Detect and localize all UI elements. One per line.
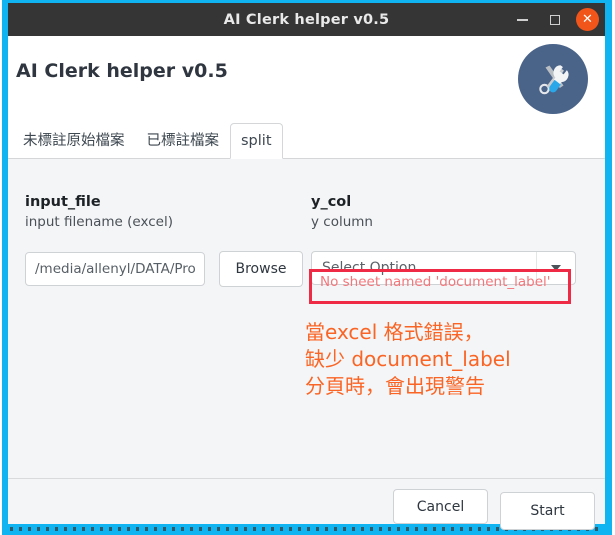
page-title: AI Clerk helper v0.5 <box>16 60 228 82</box>
maximize-button[interactable] <box>543 8 567 32</box>
cancel-button[interactable]: Cancel <box>393 489 488 524</box>
input-file-field[interactable]: /media/allenyl/DATA/Pro <box>25 252 205 286</box>
title-bar: AI Clerk helper v0.5 ✕ <box>8 3 605 36</box>
field-group-y-col: y_col y column Select Option <box>311 194 576 285</box>
dialog-footer: Cancel Start <box>8 478 605 530</box>
close-icon: ✕ <box>582 12 593 27</box>
window-controls: ✕ <box>510 3 599 36</box>
y-col-label: y_col <box>311 194 352 210</box>
tab-bar: 未標註原始檔案 已標註檔案 split <box>8 118 605 159</box>
y-col-help: y column <box>311 214 373 230</box>
input-file-label: input_file <box>25 194 101 210</box>
browse-button[interactable]: Browse <box>219 251 303 287</box>
minimize-icon <box>516 18 528 21</box>
minimize-button[interactable] <box>510 8 534 32</box>
tab-content-split: input_file input filename (excel) /media… <box>8 158 605 478</box>
tools-icon <box>539 65 569 95</box>
input-file-help: input filename (excel) <box>25 214 173 230</box>
application-window: AI Clerk helper v0.5 ✕ AI Clerk helper v… <box>0 0 615 535</box>
field-group-input-file: input_file input filename (excel) /media… <box>25 194 303 287</box>
annotation-line-2: 缺少 document_label <box>305 347 511 371</box>
annotation-line-3: 分頁時，會出現警告 <box>305 374 485 398</box>
chevron-down-icon[interactable] <box>537 265 575 271</box>
tab-labeled-files[interactable]: 已標註檔案 <box>136 123 231 159</box>
close-button[interactable]: ✕ <box>576 8 599 31</box>
app-header: AI Clerk helper v0.5 <box>8 36 605 118</box>
window-selection-border-right <box>605 0 612 535</box>
start-button[interactable]: Start <box>500 492 595 530</box>
tab-split[interactable]: split <box>230 123 283 159</box>
y-col-error-message: No sheet named 'document_label' <box>320 274 551 290</box>
app-logo <box>518 44 588 114</box>
tab-unlabeled-source-files[interactable]: 未標註原始檔案 <box>12 123 136 159</box>
maximize-icon <box>550 14 560 25</box>
annotation-line-1: 當excel 格式錯誤， <box>305 320 484 344</box>
window-title: AI Clerk helper v0.5 <box>223 11 390 28</box>
